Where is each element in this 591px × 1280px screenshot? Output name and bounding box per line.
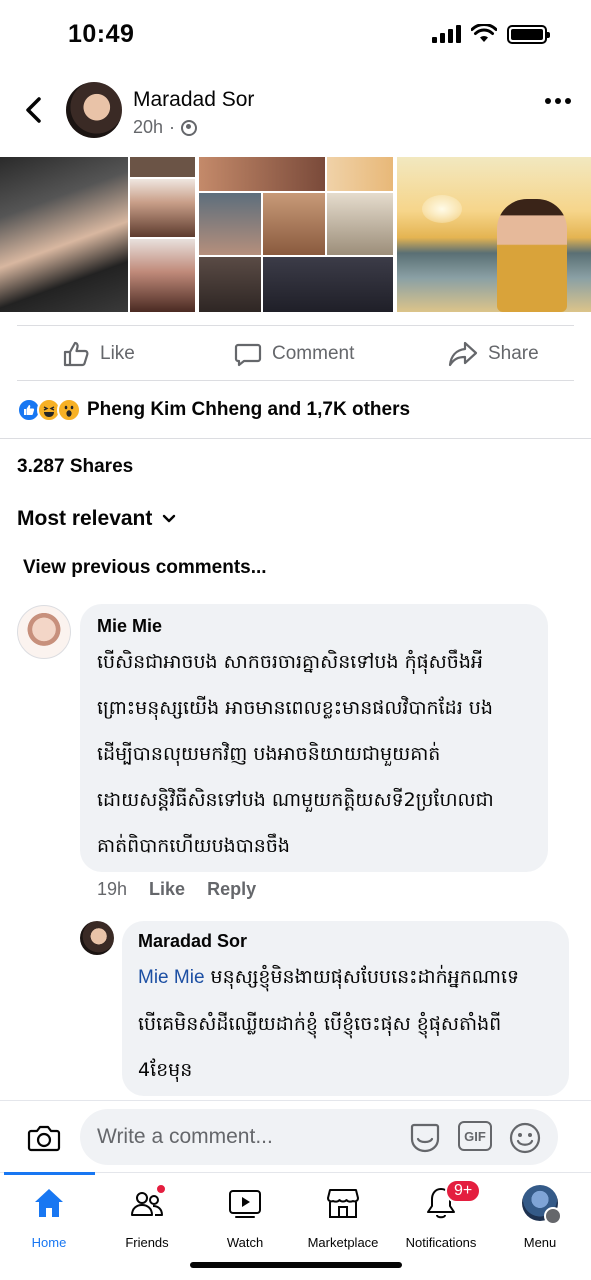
status-icons	[432, 24, 550, 44]
notifications-badge: 9+	[445, 1179, 482, 1203]
signal-icon	[432, 25, 461, 43]
watch-icon	[229, 1190, 261, 1218]
tab-label: Watch	[226, 1235, 264, 1250]
menu-hamburger-icon	[544, 1207, 562, 1225]
wow-reaction-icon	[57, 398, 81, 422]
comment-line: ដើម្បីបានលុយមកវិញ បងអាចនិយាយជាមួយគាត់	[97, 743, 441, 765]
emoji-icon[interactable]	[508, 1121, 542, 1155]
comment-icon	[234, 343, 262, 366]
active-tab-indicator	[4, 1172, 95, 1175]
status-time: 10:49	[68, 20, 135, 48]
comment-line: Mie Mie មនុស្សខ្ញុំមិនងាយផុសបែបនេះដាក់អ្…	[138, 954, 553, 1001]
post-time: 20h	[133, 117, 164, 137]
status-bar: 10:49	[0, 0, 591, 70]
post-photo-1[interactable]	[0, 157, 195, 312]
like-label: Like	[100, 342, 135, 364]
tab-notifications[interactable]: 9+ Notifications	[392, 1179, 490, 1251]
post-meta: 20h ·	[133, 117, 198, 138]
friends-badge-dot	[155, 1183, 167, 1195]
gif-button[interactable]: GIF	[458, 1121, 492, 1151]
comment-time: 19h	[97, 879, 128, 899]
share-icon	[448, 341, 478, 366]
tab-label: Friends	[125, 1235, 169, 1250]
home-indicator	[190, 1262, 402, 1268]
author-avatar[interactable]	[66, 82, 122, 138]
comment-reply-button[interactable]: Reply	[207, 879, 256, 900]
tab-friends[interactable]: Friends	[98, 1183, 196, 1251]
comment-label: Comment	[272, 342, 355, 364]
tab-marketplace[interactable]: Marketplace	[294, 1185, 392, 1251]
sticker-icon[interactable]	[408, 1121, 442, 1155]
comment-line: 4ខែមុន	[138, 1059, 193, 1081]
home-icon	[35, 1189, 63, 1217]
notifications-icon-wrap: 9+	[423, 1179, 482, 1221]
post-header: Maradad Sor 20h ·	[0, 72, 591, 150]
post-photo-2[interactable]	[199, 157, 393, 312]
sort-label: Most relevant	[17, 507, 153, 530]
friends-icon-wrap	[129, 1183, 167, 1221]
reactions-text: Pheng Kim Chheng and 1,7K others	[87, 399, 411, 420]
comment-sort-dropdown[interactable]: Most relevant	[17, 507, 176, 531]
comment-input[interactable]: Write a comment... GIF	[80, 1109, 558, 1165]
mention-link[interactable]: Mie Mie	[138, 967, 205, 988]
comment-line: ព្រោះមនុស្សយើង អាចមានពេលខ្លះមានផលវិបាកដែ…	[97, 697, 493, 719]
tab-home[interactable]: Home	[0, 1185, 98, 1251]
commenter-avatar[interactable]	[17, 605, 71, 659]
tab-watch[interactable]: Watch	[196, 1185, 294, 1251]
reply-text: Mie Mie មនុស្សខ្ញុំមិនងាយផុសបែបនេះដាក់អ្…	[138, 954, 553, 1093]
post-photo-3[interactable]	[397, 157, 591, 312]
tab-menu[interactable]: Menu	[491, 1185, 589, 1251]
divider	[17, 380, 574, 381]
camera-icon	[27, 1125, 61, 1152]
post-action-bar: Like Comment Share	[0, 327, 591, 380]
back-button[interactable]	[18, 90, 48, 130]
comment-input-placeholder: Write a comment...	[97, 1125, 273, 1148]
author-name[interactable]: Maradad Sor	[133, 88, 254, 112]
menu-avatar	[522, 1185, 562, 1225]
thumbs-up-icon	[63, 341, 89, 366]
reply-author[interactable]: Maradad Sor	[138, 931, 553, 952]
comment-line-text: មនុស្សខ្ញុំមិនងាយផុសបែបនេះដាក់អ្នកណាទេ	[204, 966, 520, 988]
shares-count[interactable]: 3.287 Shares	[17, 456, 133, 478]
wifi-icon	[471, 24, 497, 42]
comment-line: បើគេមិនសំដីឈ្លើយដាក់ខ្ញុំ បើខ្ញុំចេះផុស …	[138, 1013, 502, 1035]
camera-button[interactable]	[27, 1121, 61, 1155]
comment-line: បើសិនជាអាចបង សាកចរចារគ្នាសិនទៅបង កុំផុសច…	[97, 651, 483, 673]
comment-line: ដោយសន្តិវិធីសិនទៅបង ណាមួយកត្តិយសទី2ប្រហែ…	[97, 789, 494, 811]
photo-strip	[0, 157, 591, 312]
like-button[interactable]: Like	[62, 327, 135, 380]
chevron-down-icon	[163, 514, 176, 523]
globe-icon	[181, 119, 198, 136]
tab-label: Marketplace	[307, 1235, 379, 1250]
marketplace-icon	[327, 1189, 359, 1218]
comment-text: បើសិនជាអាចបង សាកចរចារគ្នាសិនទៅបង កុំផុសច…	[97, 639, 531, 869]
comment-line: គាត់ពិបាកហើយបងបានចឹង	[97, 835, 290, 857]
tab-label: Notifications	[405, 1235, 477, 1250]
meta-separator: ·	[169, 117, 176, 137]
comment-bubble[interactable]: Mie Mie បើសិនជាអាចបង សាកចរចារគ្នាសិនទៅបង…	[80, 604, 548, 872]
comment-like-button[interactable]: Like	[149, 879, 185, 900]
more-options-button[interactable]	[545, 98, 571, 104]
comment-button[interactable]: Comment	[234, 327, 354, 380]
divider	[0, 438, 591, 439]
chevron-left-icon	[26, 97, 41, 123]
reply-bubble[interactable]: Maradad Sor Mie Mie មនុស្សខ្ញុំមិនងាយផុស…	[122, 921, 569, 1096]
reactions-summary[interactable]: Pheng Kim Chheng and 1,7K others	[17, 397, 410, 423]
view-previous-comments-link[interactable]: View previous comments...	[23, 557, 267, 579]
share-label: Share	[488, 342, 539, 364]
tab-label: Home	[31, 1235, 67, 1250]
comment-author[interactable]: Mie Mie	[97, 616, 531, 637]
reply-avatar[interactable]	[80, 921, 114, 955]
share-button[interactable]: Share	[448, 327, 539, 380]
comment-actions: 19h Like Reply	[97, 879, 256, 900]
divider	[17, 325, 574, 326]
comment-composer: Write a comment... GIF	[0, 1100, 591, 1172]
battery-icon	[507, 24, 550, 44]
tab-label: Menu	[523, 1235, 557, 1250]
